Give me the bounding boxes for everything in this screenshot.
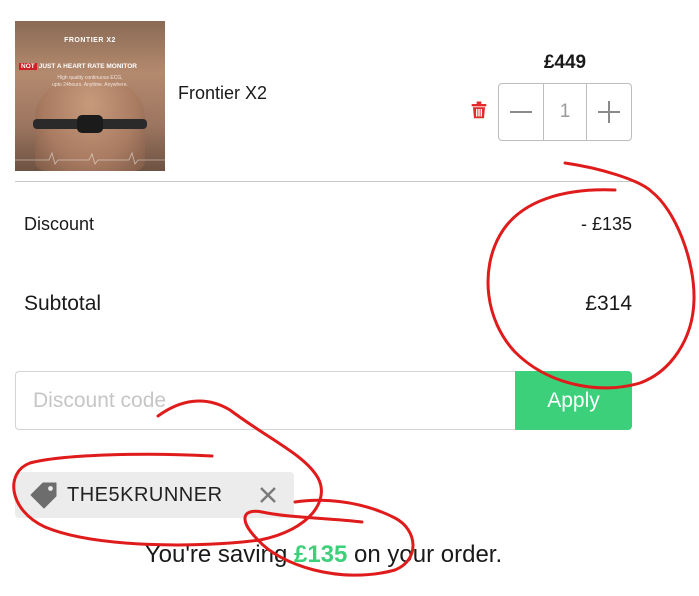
- product-name[interactable]: Frontier X2: [178, 83, 267, 104]
- plus-icon: [598, 101, 620, 123]
- savings-amount: £135: [293, 541, 348, 568]
- discount-value: - £135: [580, 214, 632, 234]
- savings-prefix: You're saving: [144, 541, 294, 568]
- product-photo-sensor: [77, 115, 103, 133]
- image-brand-text: FRONTIER X2: [64, 37, 116, 44]
- annotation-circle-totals: [486, 161, 696, 390]
- discount-label: Discount: [24, 214, 95, 234]
- subtotal-label: Subtotal: [24, 292, 102, 315]
- quantity-value[interactable]: 1: [543, 84, 587, 140]
- section-divider: [15, 181, 632, 182]
- image-subline: High quality continuous ECG, upto 24hour…: [15, 75, 165, 89]
- savings-message: You're saving £135 on your order.: [0, 541, 647, 569]
- quantity-stepper: 1: [498, 83, 632, 141]
- subtotal-value: £314: [585, 292, 632, 315]
- applied-coupon-tag: THE5KRUNNER: [15, 472, 294, 518]
- minus-icon: [510, 111, 532, 113]
- close-icon[interactable]: [259, 486, 277, 504]
- image-subline-2: upto 24hours. Anytime. Anywhere.: [52, 82, 128, 88]
- product-price: £449: [543, 52, 587, 73]
- product-image: FRONTIER X2 NOT JUST A HEART RATE MONITOR…: [15, 21, 165, 171]
- image-headline: NOT JUST A HEART RATE MONITOR: [19, 63, 165, 70]
- image-subline-1: High quality continuous ECG,: [57, 75, 123, 81]
- apply-button[interactable]: Apply: [515, 371, 632, 430]
- tag-icon: [30, 482, 57, 509]
- image-headline-text: JUST A HEART RATE MONITOR: [38, 63, 137, 70]
- coupon-code-text: THE5KRUNNER: [67, 484, 223, 506]
- discount-code-input[interactable]: [15, 371, 515, 430]
- increase-quantity-button[interactable]: [587, 84, 631, 140]
- trash-icon[interactable]: [471, 101, 487, 119]
- savings-suffix: on your order.: [347, 541, 503, 568]
- image-headline-badge: NOT: [19, 63, 37, 70]
- decrease-quantity-button[interactable]: [499, 84, 543, 140]
- ecg-line-graphic: [15, 151, 165, 165]
